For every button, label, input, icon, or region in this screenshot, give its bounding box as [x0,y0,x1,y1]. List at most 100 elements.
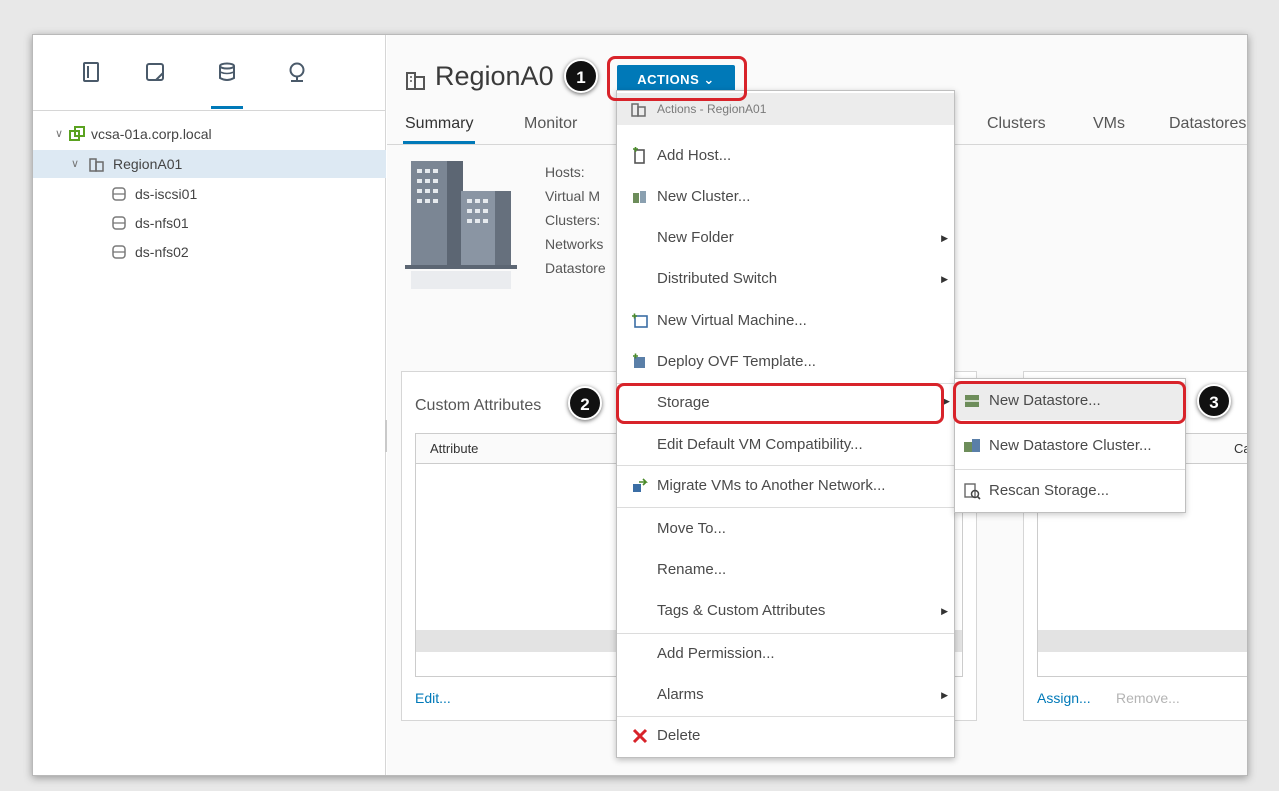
storage-icon [219,62,235,81]
tab-clusters[interactable]: Clusters [987,115,1046,133]
menu-item-add-host[interactable]: Add Host... [617,139,954,173]
summary-label-networks: Networks [545,236,604,252]
custom-attributes-title: Custom Attributes [415,397,542,414]
menu-item-new-cluster[interactable]: New Cluster... [617,180,954,214]
menu-item-add-permission[interactable]: Add Permission... [617,637,954,671]
new-cluster-icon [633,191,646,203]
menu-item-label: Delete [657,727,701,744]
submenu-arrow-icon: ▶ [943,396,950,406]
chevron-down-icon[interactable]: ∨ [71,150,79,178]
step-badge-3: 3 [1197,384,1231,418]
menu-item-label: Rescan Storage... [989,482,1110,499]
assign-tag-link[interactable]: Assign... [1037,690,1091,706]
highlight-new-datastore [953,381,1186,424]
tab-summary[interactable]: Summary [402,115,476,144]
step-badge-1: 1 [564,59,598,93]
menu-item-distributed-switch[interactable]: Distributed Switch ▶ [617,262,954,296]
datastore-icon [112,216,126,230]
menu-item-label: Edit Default VM Compatibility... [657,436,863,453]
vms-and-templates-tab[interactable] [135,61,175,111]
delete-icon [632,728,648,744]
tree-item-datastore[interactable]: ds-nfs02 [33,238,386,266]
page-title: RegionA0 [435,61,554,91]
datacenter-icon [89,158,104,172]
menu-separator [617,633,954,634]
chevron-down-icon[interactable]: ∨ [55,120,63,148]
hosts-and-clusters-tab[interactable] [71,61,111,111]
menu-separator [617,465,954,466]
storage-tab[interactable] [207,61,247,111]
vms-and-templates-icon [146,63,164,81]
tree-label-datastore: ds-nfs02 [135,244,189,260]
tree-item-datastore[interactable]: ds-iscsi01 [33,180,386,208]
menu-item-label: New Datastore Cluster... [989,437,1152,454]
datacenter-icon [406,72,425,90]
tree-label-datastore: ds-nfs01 [135,215,189,231]
menu-item-deploy-ovf[interactable]: Deploy OVF Template... [617,345,954,379]
datacenter-icon [631,103,646,117]
submenu-arrow-icon: ▶ [941,690,948,700]
hosts-and-clusters-icon [83,62,99,82]
menu-item-label: Tags & Custom Attributes [657,602,826,619]
menu-item-label: Add Permission... [657,645,775,662]
tab-monitor[interactable]: Monitor [524,115,577,133]
tree-label-datastore: ds-iscsi01 [135,186,198,202]
submenu-arrow-icon: ▶ [941,606,948,616]
tree-item-vcenter[interactable]: ∨ vcsa-01a.corp.local [33,120,386,148]
menu-item-new-folder[interactable]: New Folder ▶ [617,221,954,255]
datacenter-illustration [405,161,517,289]
menu-separator [617,507,954,508]
networking-icon [289,62,305,82]
menu-item-label: New Folder [657,229,734,246]
menu-item-move-to[interactable]: Move To... [617,512,954,546]
menu-item-rename[interactable]: Rename... [617,553,954,587]
datastore-icon [112,187,126,201]
remove-tag-link[interactable]: Remove... [1116,690,1180,706]
menu-item-label: New Virtual Machine... [657,312,807,329]
submenu-arrow-icon: ▶ [941,233,948,243]
menu-item-new-virtual-machine[interactable]: New Virtual Machine... [617,304,954,338]
tree-item-datastore[interactable]: ds-nfs01 [33,209,386,237]
submenu-arrow-icon: ▶ [941,274,948,284]
actions-menu-title: Actions - RegionA01 [657,102,767,116]
tree-item-datacenter[interactable]: ∨ RegionA01 [33,150,386,178]
menu-separator [617,716,954,717]
navigator-tabs [33,35,386,111]
new-datastore-cluster-icon [964,439,980,452]
add-host-icon [633,147,645,164]
grid-scrollbar[interactable] [1038,630,1247,652]
step-badge-2: 2 [568,386,602,420]
menu-item-label: Move To... [657,520,726,537]
tree-label-datacenter: RegionA01 [113,156,183,172]
menu-separator [955,469,1185,470]
menu-item-new-datastore-cluster[interactable]: New Datastore Cluster... [955,427,1185,465]
menu-item-label: Distributed Switch [657,270,778,287]
menu-item-edit-default-vm-compatibility[interactable]: Edit Default VM Compatibility... [617,428,954,462]
highlight-storage [616,383,944,424]
menu-item-migrate-vms[interactable]: Migrate VMs to Another Network... [617,469,954,503]
menu-item-label: Alarms [657,686,704,703]
actions-menu: Actions - RegionA01 Add Host... New Clus… [616,90,955,758]
menu-item-label: Add Host... [657,147,732,164]
menu-item-label: Migrate VMs to Another Network... [657,477,886,494]
tab-vms[interactable]: VMs [1093,115,1125,133]
menu-item-label: Rename... [657,561,727,578]
summary-label-vms: Virtual M [545,188,600,204]
menu-item-label: Deploy OVF Template... [657,353,816,370]
summary-label-hosts: Hosts: [545,164,585,180]
menu-item-delete[interactable]: Delete [617,719,954,753]
new-vm-icon [632,313,648,328]
tree-label-vcenter: vcsa-01a.corp.local [91,126,212,142]
menu-item-label: New Cluster... [657,188,751,205]
navigator-panel: ∨ vcsa-01a.corp.local ∨ RegionA01 ds-isc… [33,35,386,775]
datastore-icon [112,245,126,259]
menu-item-alarms[interactable]: Alarms ▶ [617,678,954,712]
menu-item-tags-custom-attributes[interactable]: Tags & Custom Attributes ▶ [617,594,954,628]
networking-tab[interactable] [277,61,317,111]
menu-item-rescan-storage[interactable]: Rescan Storage... [955,472,1185,510]
highlight-actions [607,56,747,101]
tab-datastores[interactable]: Datastores [1169,115,1246,133]
deploy-ovf-icon [633,353,645,368]
summary-label-clusters: Clusters: [545,212,601,228]
edit-attributes-link[interactable]: Edit... [415,690,451,706]
